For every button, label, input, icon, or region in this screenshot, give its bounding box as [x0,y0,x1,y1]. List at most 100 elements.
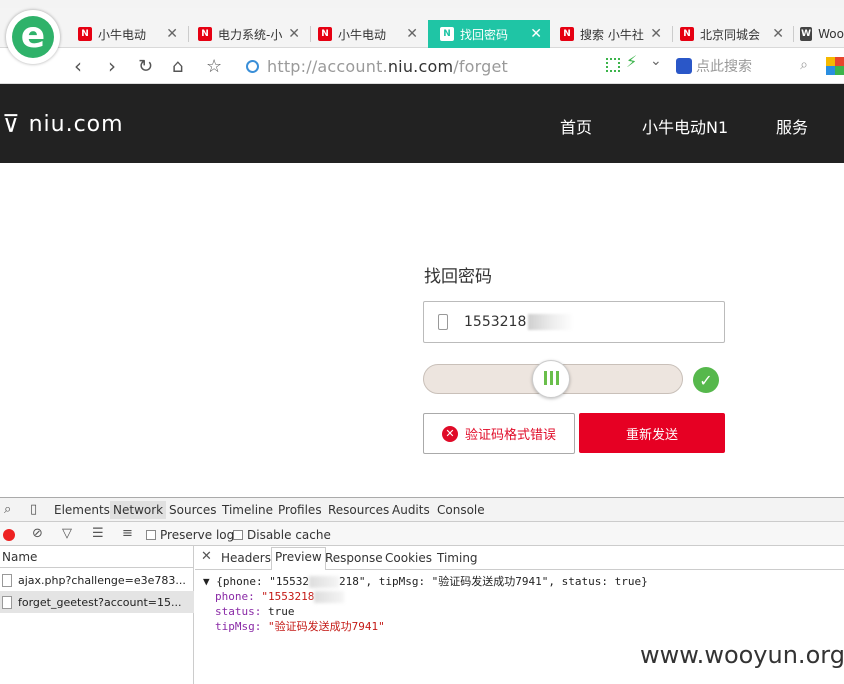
close-tab-icon[interactable]: ✕ [406,26,418,42]
request-name: ajax.php?challenge=e3e783... [18,573,186,587]
close-tab-icon[interactable]: ✕ [288,26,300,42]
nav-niu-n1[interactable]: 小牛电动N1 [642,114,728,138]
tab-network[interactable]: Network [110,501,167,519]
tab-response[interactable]: Response [325,551,383,565]
json-phone-line: phone: "1553218 [203,589,833,604]
back-icon[interactable]: ‹ [74,54,82,78]
grip-icon [543,371,559,387]
niu-favicon-icon: N [440,27,454,41]
tab-label: 找回密码 [460,27,509,42]
preserve-log-checkbox[interactable]: Preserve log [146,528,234,542]
error-x-icon: ✕ [441,425,458,442]
office-toolbar-strip [0,0,844,8]
tab-timing[interactable]: Timing [437,551,478,565]
inspect-search-icon[interactable]: ⌕ [4,502,11,517]
request-name: forget_geetest?account=15... [18,595,182,609]
request-row[interactable]: ajax.php?challenge=e3e783... [0,569,194,591]
tab-console[interactable]: Console [437,503,485,517]
network-toolbar: ⊘ ▽ ☰ ≡ Preserve log Disable cache [0,522,844,546]
phone-input[interactable]: 1553218 [423,301,725,343]
device-mode-icon[interactable]: ▯ [30,502,37,517]
tab-1[interactable]: N 电力系统-小 ✕ [198,20,308,48]
nav-home[interactable]: 首页 [560,114,592,138]
page-title: 找回密码 [424,267,492,287]
forward-icon[interactable]: › [108,54,116,78]
error-label: 验证码格式错误 [464,428,556,443]
niu-logo-icon: ⊽ [2,110,21,138]
reload-icon[interactable]: ↻ [138,56,153,77]
tab-sources[interactable]: Sources [169,503,216,517]
lightning-icon[interactable]: ⚡ [626,52,637,71]
tab-elements[interactable]: Elements [54,503,110,517]
devtools-tab-bar: ⌕ ▯ Elements Network Sources Timeline Pr… [0,498,844,522]
json-preview: ▼ {phone: "15532 218", tipMsg: "验证码发送成功79… [203,574,833,634]
check-icon: ✓ [693,367,719,393]
tab-cookies[interactable]: Cookies [385,551,432,565]
tab-label: Woo [818,27,844,41]
json-summary[interactable]: ▼ {phone: "15532 218", tipMsg: "验证码发送成功79… [203,574,833,589]
phone-value: 1553218 [464,314,527,330]
bookmark-star-icon[interactable]: ☆ [206,56,222,77]
niu-favicon-icon: N [318,27,332,41]
file-icon [2,595,12,609]
niu-favicon-icon: N [198,27,212,41]
overview-icon[interactable]: ≡ [122,526,133,541]
search-icon[interactable]: ⌕ [800,57,808,73]
browser-logo-icon[interactable]: e [6,10,60,64]
tab-headers[interactable]: Headers [221,551,271,565]
close-tab-icon[interactable]: ✕ [772,26,784,42]
wooyun-favicon-icon: W [800,27,813,41]
niu-favicon-icon: N [680,27,694,41]
apps-grid-icon[interactable] [826,57,844,75]
tab-profiles[interactable]: Profiles [278,503,322,517]
tab-divider [188,26,189,42]
tab-2[interactable]: N 小牛电动 ✕ [318,20,426,48]
tab-timeline[interactable]: Timeline [222,503,273,517]
home-icon[interactable]: ⌂ [172,56,183,77]
json-tipmsg-line: tipMsg: "验证码发送成功7941" [215,620,385,633]
tab-audits[interactable]: Audits [392,503,430,517]
json-status-line: status: true [215,605,295,618]
tab-divider [793,26,794,42]
qr-code-icon[interactable] [606,58,620,72]
niu-favicon-icon: N [78,27,92,41]
niu-logo[interactable]: ⊽ niu.com [2,110,124,138]
request-row-selected[interactable]: forget_geetest?account=15... [0,591,194,613]
filter-icon[interactable]: ▽ [62,526,72,541]
tab-preview[interactable]: Preview [271,547,326,570]
resend-button[interactable]: 重新发送 [579,413,725,453]
search-engine-icon [676,58,692,74]
tab-6[interactable]: W Woo [800,20,844,48]
tab-5[interactable]: N 北京同城会 ✕ [680,20,792,48]
close-tab-icon[interactable]: ✕ [650,26,662,42]
close-tab-icon[interactable]: ✕ [530,26,542,42]
disable-cache-checkbox[interactable]: Disable cache [233,528,331,542]
niu-favicon-icon: N [560,27,574,41]
brand-text: niu.com [28,111,124,137]
captcha-slider-handle[interactable] [532,360,570,398]
globe-icon [246,59,259,73]
chevron-down-icon[interactable]: ⌄ [650,53,662,69]
tab-3-active[interactable]: N 找回密码 ✕ [428,20,550,48]
address-bar-row: ‹ › ↻ ⌂ ☆ http://account.niu.com/forget … [0,48,844,84]
url-text: http://account.niu.com/forget [267,56,509,76]
clear-icon[interactable]: ⊘ [32,526,43,541]
tab-label: 小牛电动 [338,27,387,42]
tab-4[interactable]: N 搜索 小牛社 ✕ [560,20,670,48]
tab-label: 搜索 小牛社 [580,27,644,42]
record-icon[interactable] [3,529,15,541]
close-tab-icon[interactable]: ✕ [166,26,178,42]
tab-divider [672,26,673,42]
search-input[interactable]: 点此搜索 ⌕ [676,54,816,78]
name-column-header[interactable]: Name [0,546,194,568]
captcha-error-button[interactable]: ✕ 验证码格式错误 [423,413,575,454]
close-icon[interactable]: ✕ [201,549,212,564]
tab-0[interactable]: N 小牛电动 ✕ [78,20,186,48]
tab-resources[interactable]: Resources [328,503,389,517]
tab-divider [310,26,311,42]
list-view-icon[interactable]: ☰ [92,526,104,541]
file-icon [2,573,12,587]
redacted-mask [528,314,575,330]
nav-service[interactable]: 服务 [776,114,808,138]
search-placeholder: 点此搜索 [696,59,752,75]
